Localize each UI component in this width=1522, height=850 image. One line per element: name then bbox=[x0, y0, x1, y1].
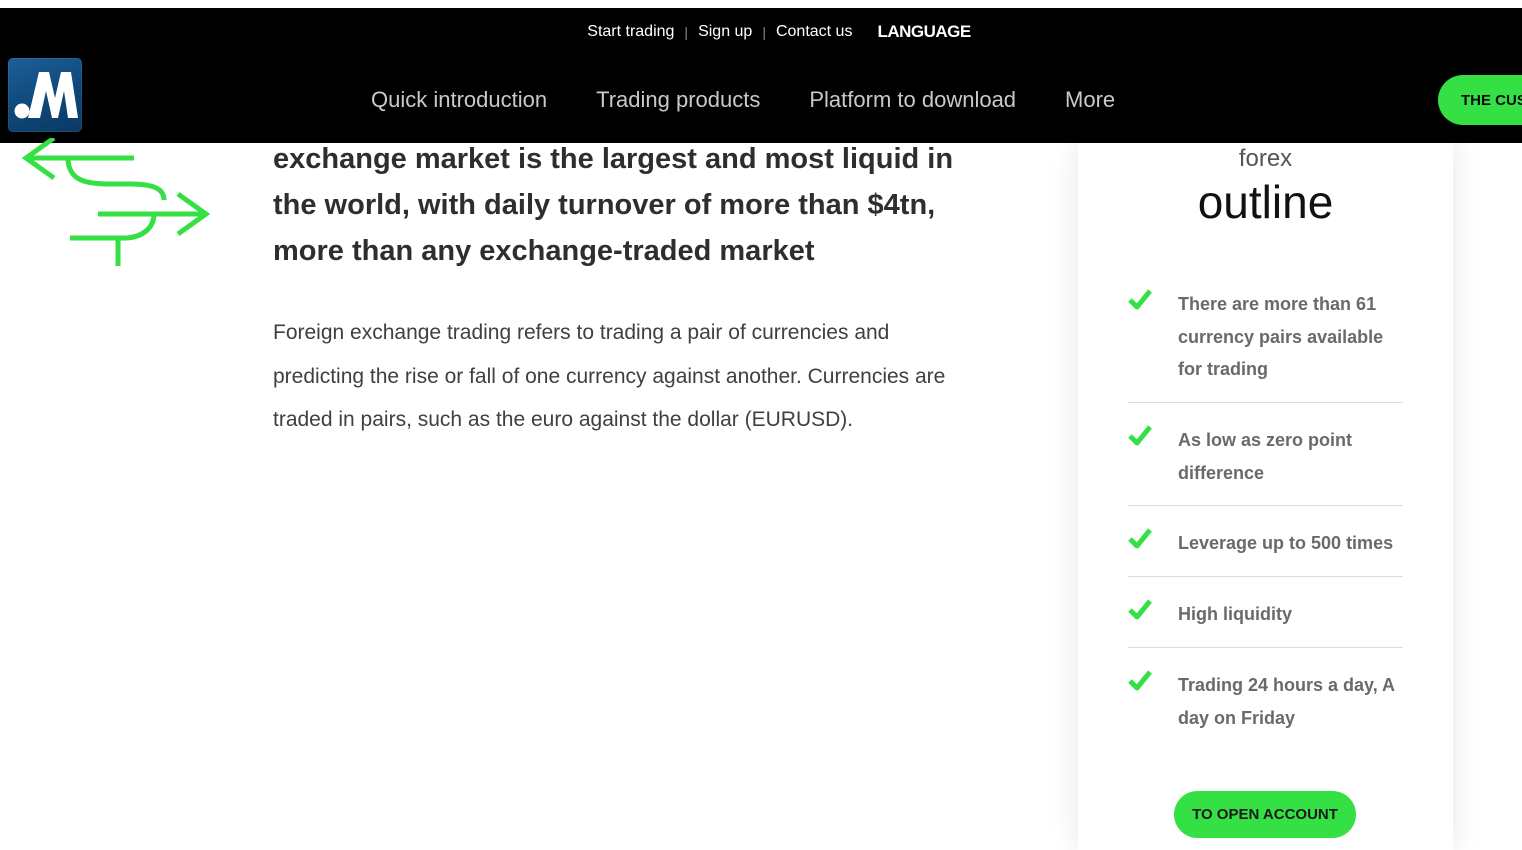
section-body-text: Foreign exchange trading refers to tradi… bbox=[273, 321, 946, 431]
check-icon bbox=[1128, 289, 1152, 310]
check-icon bbox=[1128, 528, 1152, 549]
sign-up-link[interactable]: Sign up bbox=[698, 23, 752, 41]
card-subtitle: forex bbox=[1238, 145, 1293, 172]
nav-menu: Quick introduction Trading products Plat… bbox=[371, 56, 1164, 143]
nav-item-platform-download[interactable]: Platform to download bbox=[809, 87, 1016, 113]
nav-item-quick-introduction[interactable]: Quick introduction bbox=[371, 87, 547, 113]
page: Start trading | Sign up | Contact us LAN… bbox=[0, 0, 1522, 850]
nav-item-trading-products[interactable]: Trading products bbox=[596, 87, 760, 113]
language-selector[interactable]: LANGUAGE bbox=[877, 22, 971, 42]
feature-text: There are more than 61 currency pairs av… bbox=[1178, 294, 1384, 379]
logo-mark-icon bbox=[14, 72, 78, 119]
card-title: outline bbox=[1197, 176, 1334, 228]
feature-item: As low as zero point difference bbox=[1128, 424, 1403, 506]
check-icon bbox=[1128, 425, 1152, 446]
feature-item: High liquidity bbox=[1128, 598, 1403, 648]
feature-text: Trading 24 hours a day, A day on Friday bbox=[1178, 675, 1395, 728]
feature-item: Leverage up to 500 times bbox=[1128, 527, 1403, 577]
customer-service-button[interactable]: THE CUS bbox=[1438, 75, 1522, 125]
section-headline: exchange market is the largest and most … bbox=[273, 143, 954, 267]
start-trading-link[interactable]: Start trading bbox=[587, 23, 674, 41]
feature-item: There are more than 61 currency pairs av… bbox=[1128, 288, 1403, 403]
feature-text: As low as zero point difference bbox=[1178, 430, 1353, 483]
forex-outline-card: forex outline There are more than 61 cur… bbox=[1078, 143, 1453, 850]
check-icon bbox=[1128, 670, 1152, 691]
contact-us-link[interactable]: Contact us bbox=[776, 23, 852, 41]
site-logo[interactable] bbox=[8, 58, 82, 132]
separator: | bbox=[684, 24, 689, 40]
top-utility-bar: Start trading | Sign up | Contact us LAN… bbox=[0, 8, 1522, 56]
open-account-button[interactable]: TO OPEN ACCOUNT bbox=[1174, 791, 1356, 838]
separator: | bbox=[762, 24, 766, 40]
exchange-arrows-icon bbox=[18, 135, 218, 273]
feature-item: Trading 24 hours a day, A day on Friday bbox=[1128, 669, 1403, 739]
check-icon bbox=[1128, 599, 1152, 620]
top-strip bbox=[0, 0, 1522, 8]
main-navigation: Quick introduction Trading products Plat… bbox=[0, 56, 1522, 143]
feature-text: High liquidity bbox=[1178, 604, 1292, 624]
nav-item-more[interactable]: More bbox=[1065, 87, 1115, 113]
feature-text: Leverage up to 500 times bbox=[1178, 533, 1394, 553]
